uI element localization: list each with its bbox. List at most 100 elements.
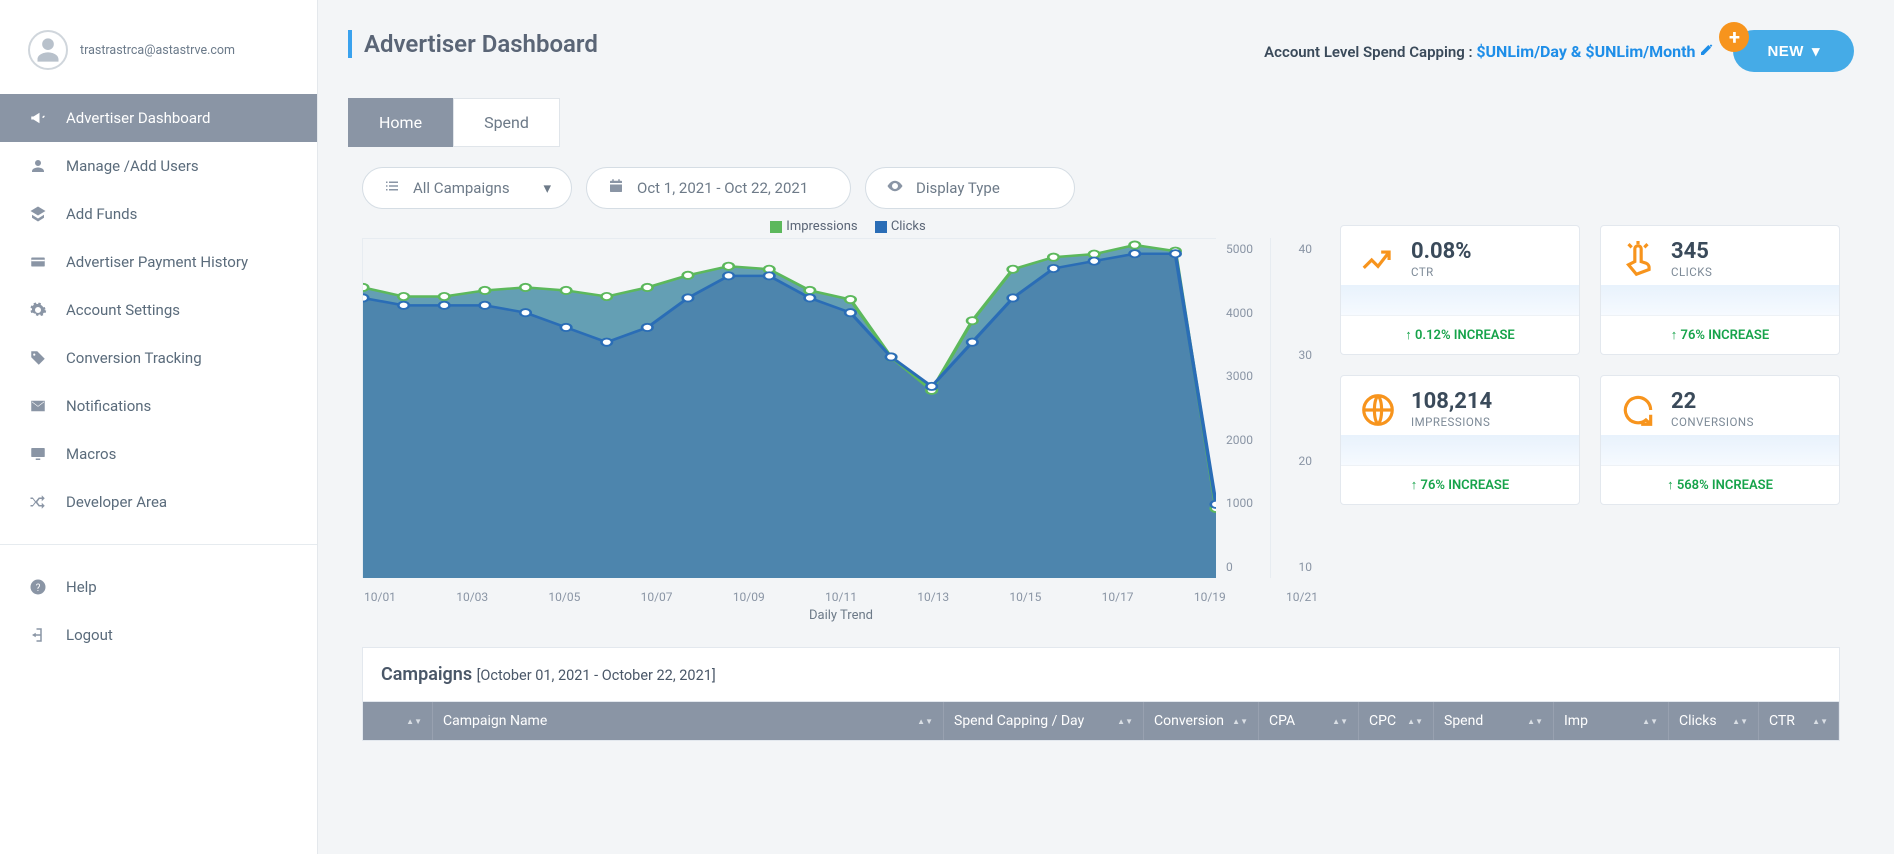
chart-plot (362, 238, 1216, 578)
legend-swatch-impressions (770, 221, 782, 233)
tab-spend[interactable]: Spend (453, 98, 560, 147)
col-spend-capping[interactable]: Spend Capping / Day▲▼ (944, 702, 1144, 740)
sidebar-item-account-settings[interactable]: Account Settings (0, 286, 317, 334)
tag-icon (28, 349, 48, 367)
cap-value: $UNLim/Day & $UNLim/Month (1476, 42, 1695, 61)
legend-label: Clicks (891, 219, 926, 234)
col-ctr[interactable]: CTR▲▼ (1759, 702, 1839, 740)
chevron-down-icon: ▾ (543, 179, 551, 197)
gear-icon (28, 301, 48, 319)
chart-svg (363, 239, 1216, 578)
calendar-icon (607, 177, 625, 199)
stat-change: 568% INCREASE (1601, 465, 1839, 504)
profile-email: trastrastrca@astastrve.com (80, 43, 235, 58)
sidebar-item-conversion-tracking[interactable]: Conversion Tracking (0, 334, 317, 382)
sidebar-item-label: Help (66, 578, 97, 596)
new-button-wrap: + NEW ▾ (1733, 30, 1854, 72)
filter-campaigns[interactable]: All Campaigns ▾ (362, 167, 572, 209)
sidebar-item-developer-area[interactable]: Developer Area (0, 478, 317, 526)
col-clicks[interactable]: Clicks▲▼ (1669, 702, 1759, 740)
header-right: Account Level Spend Capping : $UNLim/Day… (1264, 30, 1854, 72)
sidebar-item-label: Developer Area (66, 493, 167, 511)
monitor-icon (28, 445, 48, 463)
campaigns-block: Campaigns [October 01, 2021 - October 22… (362, 647, 1840, 741)
mail-icon (28, 397, 48, 415)
avatar[interactable] (28, 30, 68, 70)
tab-label: Home (379, 113, 422, 132)
sidebar-item-label: Notifications (66, 397, 151, 415)
tabs: Home Spend (348, 98, 1854, 147)
sidebar-item-payment-history[interactable]: Advertiser Payment History (0, 238, 317, 286)
card-icon (28, 253, 48, 271)
sidebar-item-macros[interactable]: Macros (0, 430, 317, 478)
help-icon: ? (28, 578, 48, 596)
filter-label: Display Type (916, 179, 1000, 197)
new-button[interactable]: NEW ▾ (1733, 30, 1854, 72)
stat-label: IMPRESSIONS (1411, 415, 1492, 429)
sidebar-item-add-funds[interactable]: Add Funds (0, 190, 317, 238)
list-icon (383, 177, 401, 199)
legend-swatch-clicks (875, 221, 887, 233)
filter-date-range[interactable]: Oct 1, 2021 - Oct 22, 2021 (586, 167, 851, 209)
svg-text:?: ? (36, 583, 41, 594)
sidebar-item-label: Account Settings (66, 301, 180, 319)
sidebar: trastrastrca@astastrve.com Advertiser Da… (0, 0, 318, 854)
trend-up-icon (1359, 241, 1397, 279)
spend-cap-text: Account Level Spend Capping : $UNLim/Day… (1264, 41, 1715, 61)
filter-display-type[interactable]: Display Type (865, 167, 1075, 209)
chart-legend: Impressions Clicks (362, 219, 1320, 238)
stat-change: 76% INCREASE (1601, 315, 1839, 354)
col-imp[interactable]: Imp▲▼ (1554, 702, 1669, 740)
bullhorn-icon (28, 109, 48, 127)
nav: Advertiser Dashboard Manage /Add Users A… (0, 94, 317, 854)
sidebar-item-advertiser-dashboard[interactable]: Advertiser Dashboard (0, 94, 317, 142)
logout-icon (28, 626, 48, 644)
col-campaign-name[interactable]: Campaign Name▲▼ (433, 702, 944, 740)
col-cpc[interactable]: CPC▲▼ (1359, 702, 1434, 740)
globe-icon (1359, 391, 1397, 429)
sparkline (1601, 435, 1839, 465)
sidebar-item-label: Macros (66, 445, 116, 463)
sidebar-item-label: Manage /Add Users (66, 157, 199, 175)
stats-column: 0.08%CTR 0.12% INCREASE 345CLICKS 76% IN… (1340, 219, 1840, 627)
sidebar-item-label: Conversion Tracking (66, 349, 202, 367)
chart-and-stats: Impressions Clicks 500040003000200010000… (348, 219, 1854, 627)
sidebar-item-notifications[interactable]: Notifications (0, 382, 317, 430)
campaigns-title: Campaigns (381, 664, 472, 685)
sidebar-item-label: Logout (66, 626, 113, 644)
shuffle-icon (28, 493, 48, 511)
main: Advertiser Dashboard Account Level Spend… (318, 0, 1894, 854)
stat-card-clicks: 345CLICKS 76% INCREASE (1600, 225, 1840, 355)
x-axis: 10/0110/0310/0510/0710/0910/1110/1310/15… (362, 578, 1320, 608)
funds-icon (28, 205, 48, 223)
page-title: Advertiser Dashboard (364, 30, 598, 58)
campaigns-heading: Campaigns [October 01, 2021 - October 22… (363, 648, 1839, 702)
stat-label: CTR (1411, 265, 1472, 279)
tab-home[interactable]: Home (348, 98, 453, 147)
tap-icon (1619, 241, 1657, 279)
stat-change: 76% INCREASE (1341, 465, 1579, 504)
stat-card-conversions: 22CONVERSIONS 568% INCREASE (1600, 375, 1840, 505)
stat-value: 108,214 (1411, 390, 1492, 413)
col-checkbox[interactable]: ▲▼ (363, 702, 433, 740)
new-button-label: NEW (1767, 43, 1804, 60)
sidebar-item-label: Advertiser Dashboard (66, 109, 210, 127)
page-title-wrap: Advertiser Dashboard (348, 30, 598, 58)
legend-label: Impressions (786, 219, 857, 234)
y-axis-right: 40302010 (1270, 238, 1320, 578)
sidebar-item-label: Advertiser Payment History (66, 253, 248, 271)
col-spend[interactable]: Spend▲▼ (1434, 702, 1554, 740)
x-axis-title: Daily Trend (362, 608, 1320, 627)
stat-label: CONVERSIONS (1671, 415, 1754, 429)
sidebar-item-manage-users[interactable]: Manage /Add Users (0, 142, 317, 190)
pencil-icon[interactable] (1699, 42, 1715, 61)
col-cpa[interactable]: CPA▲▼ (1259, 702, 1359, 740)
col-conversion[interactable]: Conversion▲▼ (1144, 702, 1259, 740)
cap-label: Account Level Spend Capping : (1264, 43, 1476, 61)
sidebar-item-help[interactable]: ? Help (0, 563, 317, 611)
sidebar-item-logout[interactable]: Logout (0, 611, 317, 659)
sparkline (1341, 285, 1579, 315)
sidebar-item-label: Add Funds (66, 205, 137, 223)
sparkline (1601, 285, 1839, 315)
filter-bar: All Campaigns ▾ Oct 1, 2021 - Oct 22, 20… (348, 151, 1854, 219)
